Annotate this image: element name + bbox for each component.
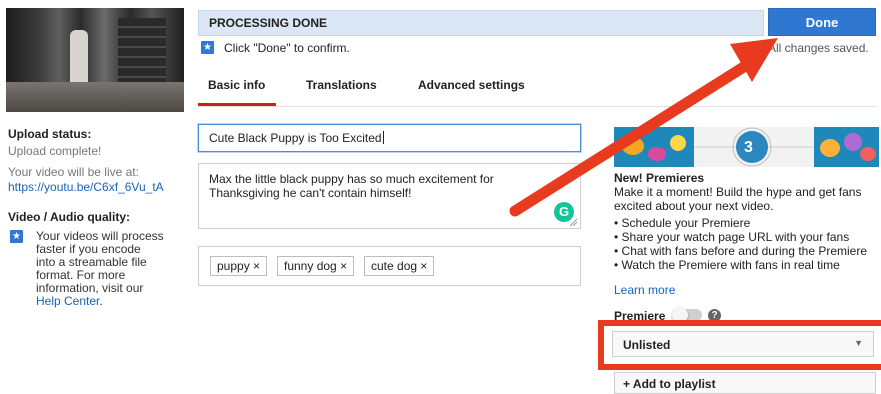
description-line: Max the little black puppy has so much e… bbox=[209, 172, 494, 186]
countdown-circle-icon bbox=[694, 127, 814, 167]
tag-remove-icon[interactable]: × bbox=[420, 259, 427, 273]
processing-status-bar: PROCESSING DONE bbox=[198, 10, 764, 36]
tag-label: cute dog bbox=[371, 259, 418, 273]
banner-character bbox=[670, 135, 686, 151]
done-button[interactable]: Done bbox=[768, 8, 876, 36]
premieres-title: New! Premieres bbox=[614, 171, 705, 185]
tag-chip: cute dog × bbox=[364, 256, 435, 276]
text-caret bbox=[382, 131, 384, 144]
countdown-number: 3 bbox=[744, 139, 753, 156]
banner-character bbox=[844, 133, 862, 151]
active-tab-indicator bbox=[198, 103, 276, 106]
tag-chip: puppy × bbox=[210, 256, 268, 276]
help-center-link[interactable]: Help Center bbox=[36, 294, 99, 308]
info-star-icon: ★ bbox=[10, 230, 23, 243]
title-value: Cute Black Puppy is Too Excited bbox=[209, 131, 382, 145]
processing-status-text: PROCESSING DONE bbox=[209, 16, 328, 30]
tag-remove-icon[interactable]: × bbox=[253, 259, 260, 273]
title-input[interactable]: Cute Black Puppy is Too Excited bbox=[198, 124, 581, 152]
annotation-highlight-box bbox=[598, 320, 881, 370]
tag-label: funny dog bbox=[284, 259, 337, 273]
tag-chip: funny dog × bbox=[277, 256, 355, 276]
video-url-link[interactable]: https://youtu.be/C6xf_6Vu_tA bbox=[8, 180, 164, 194]
tabs-divider bbox=[198, 106, 878, 107]
live-label: Your video will be live at: bbox=[8, 165, 139, 179]
description-textarea[interactable]: Max the little black puppy has so much e… bbox=[198, 163, 581, 229]
thumbnail-floor bbox=[6, 82, 184, 112]
tag-label: puppy bbox=[217, 259, 250, 273]
banner-character bbox=[648, 147, 666, 161]
help-center-suffix: . bbox=[99, 294, 103, 308]
banner-right-panel bbox=[814, 127, 879, 167]
tab-advanced-settings[interactable]: Advanced settings bbox=[418, 78, 525, 92]
banner-character bbox=[622, 137, 644, 155]
help-center-line: Help Center. bbox=[36, 295, 186, 308]
confirm-text: Click "Done" to confirm. bbox=[224, 41, 350, 55]
saved-status: All changes saved. bbox=[768, 41, 869, 55]
premieres-banner: 3 bbox=[614, 127, 879, 167]
banner-character bbox=[820, 139, 840, 157]
video-thumbnail bbox=[6, 8, 184, 112]
premieres-bullet: • Watch the Premiere with fans in real t… bbox=[614, 258, 840, 272]
tags-input[interactable]: puppy × funny dog × cute dog × bbox=[198, 246, 581, 286]
premieres-bullet: • Share your watch page URL with your fa… bbox=[614, 230, 850, 244]
quality-label: Video / Audio quality: bbox=[8, 210, 131, 224]
confirm-star-icon: ★ bbox=[201, 41, 214, 54]
tag-remove-icon[interactable]: × bbox=[340, 259, 347, 273]
quality-description: Your videos will process faster if you e… bbox=[36, 230, 186, 308]
tab-basic-info[interactable]: Basic info bbox=[208, 78, 265, 92]
premieres-bullet: • Chat with fans before and during the P… bbox=[614, 244, 868, 258]
add-to-playlist-label: + Add to playlist bbox=[623, 377, 716, 391]
banner-center-panel: 3 bbox=[694, 127, 814, 167]
description-line: Thanksgiving he can't contain himself! bbox=[209, 186, 412, 200]
premieres-bullet: • Schedule your Premiere bbox=[614, 216, 751, 230]
tab-translations[interactable]: Translations bbox=[306, 78, 377, 92]
upload-status-value: Upload complete! bbox=[8, 144, 102, 158]
upload-status-label: Upload status: bbox=[8, 127, 92, 141]
resize-handle-icon[interactable] bbox=[569, 218, 578, 227]
thumbnail-person bbox=[70, 30, 88, 88]
learn-more-link[interactable]: Learn more bbox=[614, 283, 675, 297]
banner-character bbox=[860, 147, 876, 161]
thumbnail-shelf bbox=[118, 18, 166, 88]
premieres-intro: Make it a moment! Build the hype and get… bbox=[614, 185, 862, 213]
banner-left-panel bbox=[614, 127, 694, 167]
